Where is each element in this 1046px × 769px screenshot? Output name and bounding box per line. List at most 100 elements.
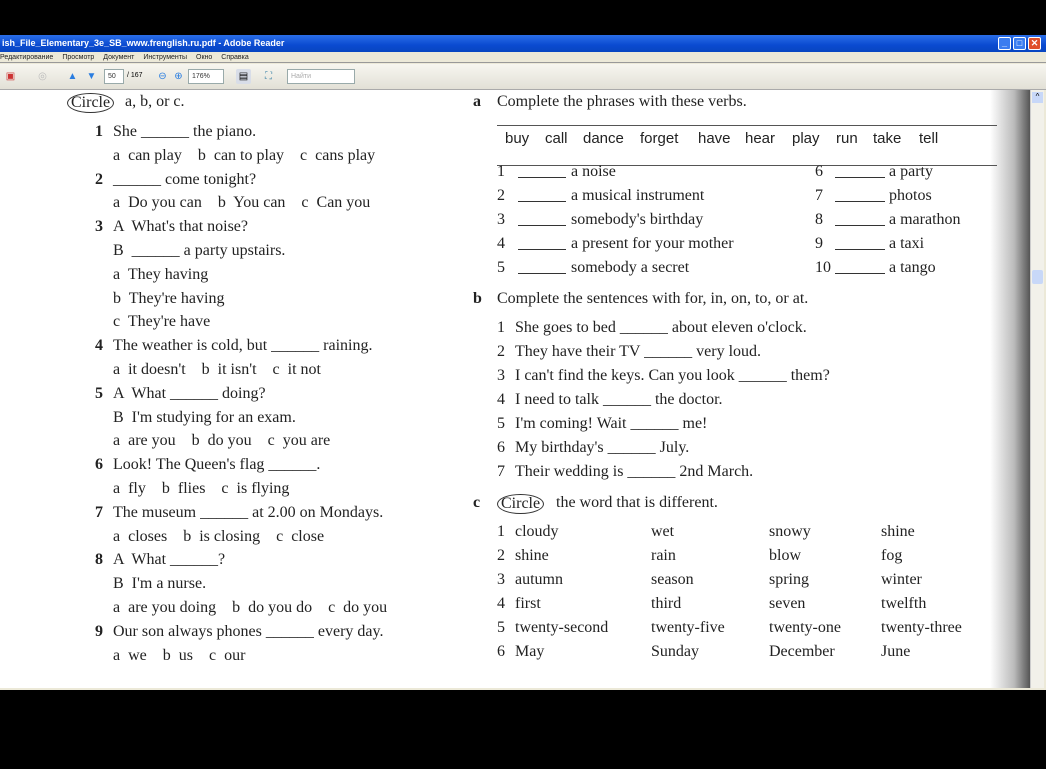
question-number: 3 (95, 218, 103, 236)
item-text: a marathon (889, 211, 961, 228)
word-option: Sunday (651, 643, 699, 660)
question-number: 5 (95, 384, 103, 402)
question-text: Our son always phones ______ every day. (113, 622, 384, 640)
answer-options: a Do you can b You can c Can you (113, 194, 371, 212)
create-pdf-icon[interactable]: ▣ (3, 69, 18, 84)
menu-item[interactable]: Просмотр (62, 54, 94, 61)
item-number: 10 (815, 259, 831, 276)
item-number: 1 (497, 319, 505, 336)
item-number: 2 (497, 187, 505, 204)
word-option: shine (881, 523, 915, 540)
item-number: 9 (815, 235, 823, 252)
item-number: 7 (497, 463, 505, 480)
answer-options: a it doesn't b it isn't c it not (113, 361, 321, 378)
verb-word: take (873, 130, 902, 147)
item-number: 3 (497, 367, 505, 384)
menu-item[interactable]: Редактирование (0, 54, 53, 61)
item-number: 5 (497, 259, 505, 276)
word-option: wet (651, 523, 675, 540)
question-text: A What ______? (113, 551, 226, 569)
word-option: twenty-second (515, 619, 609, 636)
zoom-out-icon[interactable]: ⊖ (155, 69, 170, 84)
vertical-scrollbar[interactable]: ^ (1030, 90, 1044, 688)
word-option: twenty-one (769, 619, 841, 636)
word-option: June (881, 643, 911, 660)
item-text: a tango (889, 259, 936, 276)
answer-options: B I'm studying for an exam. (113, 408, 296, 426)
divider (497, 125, 997, 126)
answer-options: B ______ a party upstairs. (113, 242, 286, 259)
item-number: 4 (497, 595, 505, 612)
answer-blank (518, 177, 566, 178)
title-bar: ish_File_Elementary_3e_SB_www.frenglish.… (0, 35, 1046, 52)
sentence-text: They have their TV ______ very loud. (515, 343, 762, 360)
question-number: 7 (95, 503, 103, 521)
answer-blank (518, 201, 566, 202)
fit-width-icon[interactable]: ▤ (236, 69, 251, 84)
fit-page-icon[interactable]: ⛶ (261, 69, 276, 84)
item-number: 3 (497, 211, 505, 228)
item-number: 6 (815, 163, 823, 180)
word-option: third (651, 595, 682, 612)
question-number: 2 (95, 170, 103, 188)
verb-word: dance (583, 130, 624, 147)
question-text: A What's that noise? (113, 218, 249, 236)
item-number: 7 (815, 187, 823, 204)
question-text: ______ come tonight? (113, 170, 257, 188)
word-option: snowy (769, 523, 811, 540)
section-heading: Complete the sentences with for, in, on,… (497, 290, 809, 307)
previous-page-icon[interactable]: ▲ (65, 69, 80, 84)
maximize-button[interactable]: □ (1013, 37, 1026, 50)
answer-options: a They having (113, 265, 209, 283)
word-option: shine (515, 547, 549, 564)
menu-item[interactable]: Документ (103, 54, 134, 61)
page-total: / 167 (127, 72, 143, 79)
word-option: May (515, 643, 545, 660)
section-letter: c (473, 494, 481, 511)
section-letter: b (473, 290, 482, 307)
item-number: 2 (497, 547, 505, 564)
question-text: The weather is cold, but ______ raining. (113, 337, 373, 355)
question-text: She ______ the piano. (113, 123, 257, 140)
menu-item[interactable]: Справка (221, 54, 248, 61)
menu-item[interactable]: Инструменты (143, 54, 187, 61)
search-input[interactable]: Найти (287, 69, 355, 84)
zoom-in-icon[interactable]: ⊕ (171, 69, 186, 84)
answer-blank (835, 201, 885, 202)
item-text: a party (889, 163, 933, 180)
answer-blank (518, 225, 566, 226)
word-option: season (651, 571, 694, 588)
question-text: The museum ______ at 2.00 on Mondays. (113, 503, 384, 521)
answer-blank (835, 273, 885, 274)
answer-options: a are you doing b do you do c do you (113, 599, 388, 616)
scroll-up-icon[interactable]: ^ (1032, 92, 1043, 103)
word-option: rain (651, 547, 676, 564)
scrollbar-thumb[interactable] (1032, 270, 1043, 284)
verb-word: have (698, 130, 731, 147)
word-option: first (515, 595, 541, 612)
question-number: 6 (95, 456, 103, 474)
sentence-text: I'm coming! Wait ______ me! (515, 415, 708, 432)
sentence-text: She goes to bed ______ about eleven o'cl… (515, 319, 807, 336)
item-text: a present for your mother (571, 235, 734, 252)
item-number: 4 (497, 391, 505, 408)
sentence-text: Their wedding is ______ 2nd March. (515, 463, 754, 480)
minimize-button[interactable]: _ (998, 37, 1011, 50)
item-number: 3 (497, 571, 505, 588)
verb-word: call (545, 130, 568, 147)
sentence-text: My birthday's ______ July. (515, 439, 690, 456)
zoom-select[interactable]: 176% (188, 69, 224, 84)
menu-item[interactable]: Окно (196, 54, 212, 61)
page-number-input[interactable]: 50 (104, 69, 124, 84)
sentence-text: I need to talk ______ the doctor. (515, 391, 723, 408)
collaborate-icon[interactable]: ◎ (35, 69, 50, 84)
section-heading: the word that is different. (556, 494, 718, 511)
next-page-icon[interactable]: ▼ (84, 69, 99, 84)
word-option: twenty-three (881, 619, 962, 636)
close-button[interactable]: ✕ (1028, 37, 1041, 50)
question-text: A What ______ doing? (113, 384, 266, 402)
item-text: a musical instrument (571, 187, 705, 204)
answer-blank (835, 177, 885, 178)
answer-options: b They're having (113, 289, 225, 307)
verb-word: hear (745, 130, 776, 147)
